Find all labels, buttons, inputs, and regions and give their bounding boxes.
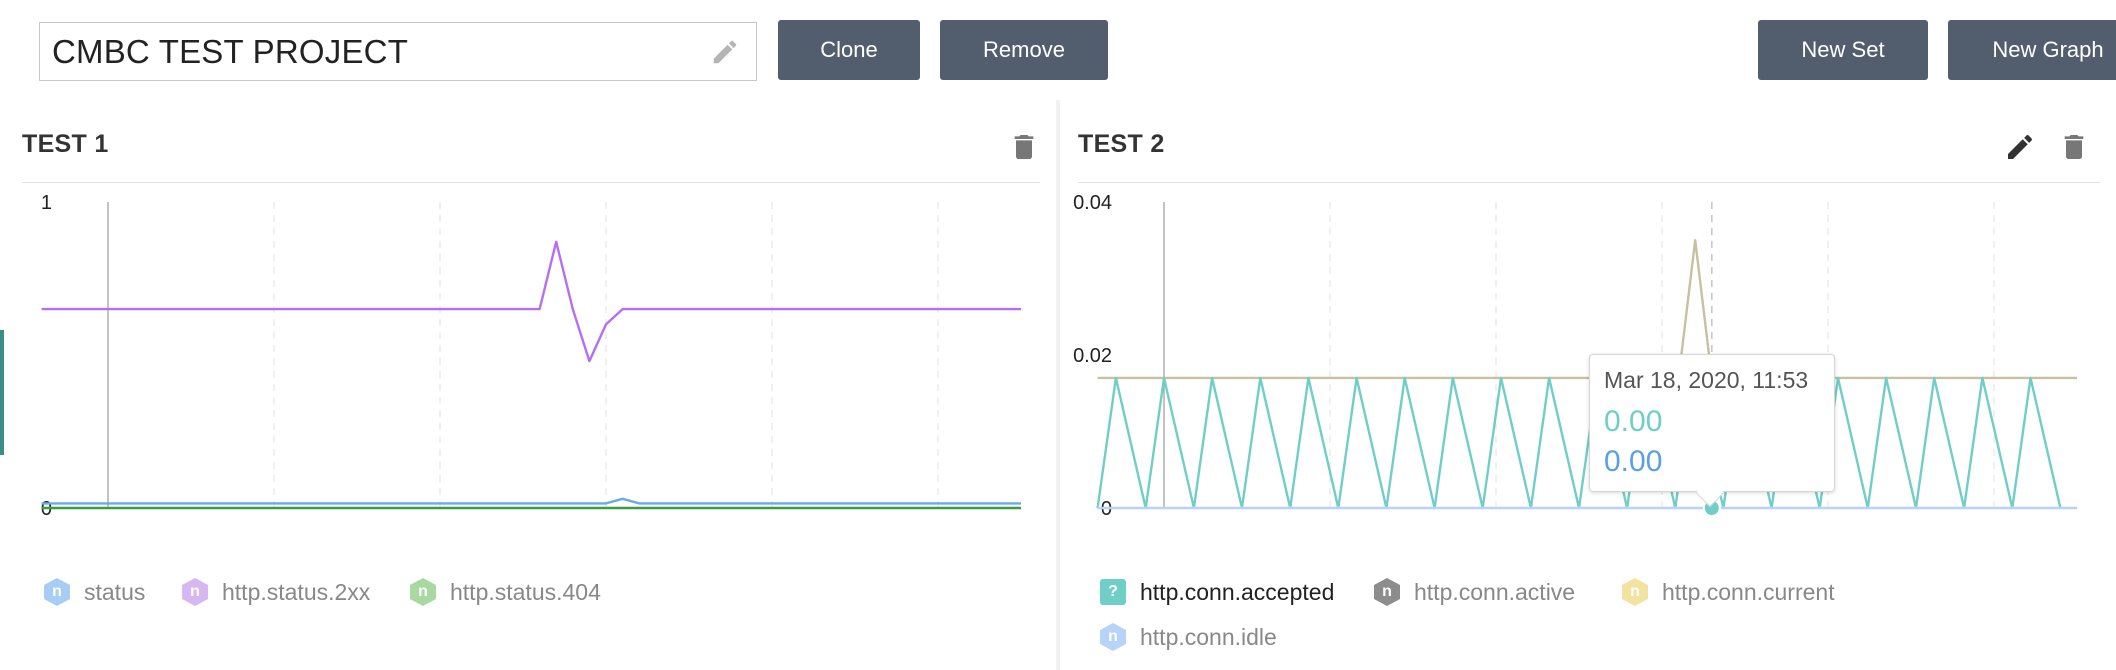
series-badge-icon: n <box>180 577 210 607</box>
legend-label: http.status.404 <box>450 578 601 605</box>
y-tick-label: 0.02 <box>1073 345 1112 367</box>
series-badge-icon: n <box>1620 577 1650 607</box>
tooltip-value-1: 0.00 <box>1604 405 1663 438</box>
chart-test-1[interactable]: 11:2011:3011:4011:5012:0012:1001 <box>4 100 1056 520</box>
new-graph-button[interactable]: New Graph <box>1948 20 2116 80</box>
legend-item[interactable]: n http.conn.current <box>1620 577 1835 607</box>
legend-label: http.conn.current <box>1662 578 1835 605</box>
graph-panel-test-1: TEST 1 11:2011:3011:4011:5012:0012:1001 … <box>4 100 1056 670</box>
series-line-http-status-2xx[interactable] <box>41 240 1021 363</box>
legend-label: http.conn.idle <box>1140 623 1277 650</box>
legend-label: status <box>84 578 146 605</box>
tooltip-value-2: 0.00 <box>1604 445 1663 478</box>
clone-button[interactable]: Clone <box>778 20 920 80</box>
graph-panel-test-2: TEST 2 11:2011:3011:4011:5012:0012:1000.… <box>1060 100 2116 670</box>
legend-label: http.status.2xx <box>222 578 371 605</box>
legend-item[interactable]: n http.conn.idle <box>1098 622 1277 652</box>
new-set-button[interactable]: New Set <box>1758 20 1928 80</box>
remove-button[interactable]: Remove <box>940 20 1108 80</box>
legend-item[interactable]: n status <box>42 577 145 607</box>
series-badge-icon: n <box>42 577 72 607</box>
legend-label: http.conn.accepted <box>1140 578 1335 605</box>
legend-item[interactable]: n http.status.404 <box>408 577 601 607</box>
tooltip-date: Mar 18, 2020, 11:53 <box>1604 367 1809 393</box>
legend-label: http.conn.active <box>1414 578 1576 605</box>
series-badge-icon: n <box>1098 622 1128 652</box>
legend-item[interactable]: n http.conn.active <box>1372 577 1575 607</box>
legend-item[interactable]: ? http.conn.accepted <box>1098 577 1334 607</box>
series-badge-icon: ? <box>1098 577 1128 607</box>
series-badge-icon: n <box>1372 577 1402 607</box>
series-line-http-conn-current[interactable] <box>1097 238 2077 380</box>
chart-test-2[interactable]: 11:2011:3011:4011:5012:0012:1000.020.04 <box>1060 100 2116 520</box>
toolbar: CMBC TEST PROJECT Clone Remove New Set N… <box>0 0 2116 100</box>
project-title-field[interactable]: CMBC TEST PROJECT <box>39 22 757 81</box>
y-tick-label: 0.04 <box>1073 192 1112 214</box>
legend-item[interactable]: n http.status.2xx <box>180 577 370 607</box>
series-badge-icon: n <box>408 577 438 607</box>
series-line-status[interactable] <box>41 497 1021 505</box>
project-title-text[interactable]: CMBC TEST PROJECT <box>52 33 408 71</box>
pencil-icon[interactable] <box>710 37 740 67</box>
series-line-http-conn-accepted[interactable] <box>1096 376 2062 510</box>
chart-tooltip: Mar 18, 2020, 11:53 0.00 0.00 <box>1589 354 1835 508</box>
y-tick-label: 1 <box>41 192 52 214</box>
